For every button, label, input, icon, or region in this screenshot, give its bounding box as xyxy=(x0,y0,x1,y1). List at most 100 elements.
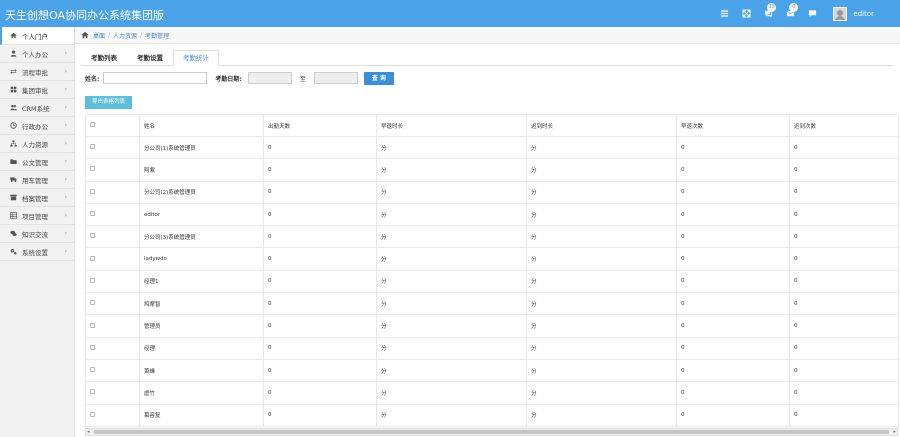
tab-bar: 考勤列表 考勤设置 考勤统计 xyxy=(81,50,894,66)
table-cell: 经理1 xyxy=(139,269,264,294)
table-cell: 0 xyxy=(789,381,899,405)
column-header: 早退时长 xyxy=(376,114,527,137)
table-row: 分公司(3)系统管理员 0 分分 0 0 xyxy=(85,225,899,249)
table-cell: 分 xyxy=(376,247,527,271)
table-row: 萧峰 0 分分 0 0 xyxy=(85,358,899,383)
row-checkbox[interactable] xyxy=(85,381,140,405)
user-icon xyxy=(9,50,17,58)
sidebar-item-label: 个人门户 xyxy=(22,32,48,41)
table-row: editor 0 分分 0 0 xyxy=(85,202,899,227)
sidebar-item-group-approval[interactable]: 集团审批 › xyxy=(0,81,74,99)
row-checkbox[interactable] xyxy=(85,158,140,182)
name-input[interactable] xyxy=(103,72,208,84)
sidebar-item-label: 流程审批 xyxy=(22,68,48,77)
table-cell: 分 xyxy=(526,180,677,204)
table-cell: 0 xyxy=(676,225,790,249)
tab-attendance-list[interactable]: 考勤列表 xyxy=(81,50,127,66)
table-cell: 分公司(3)系统管理员 xyxy=(139,225,264,249)
row-checkbox[interactable] xyxy=(85,202,140,227)
export-table-button[interactable]: 导出表格列表 xyxy=(85,96,133,109)
table-cell: 0 xyxy=(789,247,899,271)
table-cell: 经理 xyxy=(139,336,264,360)
sidebar-item-admin-office[interactable]: 行政办公 › xyxy=(0,117,74,135)
chat-icon[interactable]: 18 xyxy=(757,0,779,27)
sidebar-item-knowledge[interactable]: 知识交流 › xyxy=(0,225,74,243)
row-checkbox[interactable] xyxy=(85,314,140,338)
scroll-right-icon[interactable]: ▸ xyxy=(893,429,896,435)
table-cell: 0 xyxy=(789,180,899,204)
start-date-input[interactable] xyxy=(247,72,292,84)
table-cell: 阿紫 xyxy=(139,158,264,182)
table-row: 慕容复 0 分分 0 0 xyxy=(85,403,899,427)
tab-attendance-statistics[interactable]: 考勤统计 xyxy=(173,50,219,66)
table-cell: 分 xyxy=(526,247,677,271)
sidebar-item-vehicles[interactable]: 用车管理 › xyxy=(0,171,74,189)
chevron-right-icon: › xyxy=(64,104,67,111)
grid-icon xyxy=(9,86,17,94)
end-date-input[interactable] xyxy=(313,72,358,84)
row-checkbox[interactable] xyxy=(85,269,140,294)
table-cell: 0 xyxy=(789,403,899,427)
table-cell: 0 xyxy=(789,135,899,160)
sidebar-item-archives[interactable]: 档案管理 › xyxy=(0,189,74,207)
column-header: 迟到时长 xyxy=(526,114,677,137)
chevron-right-icon: › xyxy=(64,194,67,201)
cogs-icon xyxy=(9,248,17,256)
table-cell: 分 xyxy=(376,314,527,338)
select-all-checkbox[interactable] xyxy=(85,114,140,137)
table-cell: 0 xyxy=(676,269,790,294)
row-checkbox[interactable] xyxy=(85,292,140,316)
table-cell: 0 xyxy=(263,202,377,227)
comments-icon xyxy=(9,230,17,238)
breadcrumb-desktop[interactable]: 桌面 xyxy=(93,31,105,40)
tab-attendance-settings[interactable]: 考勤设置 xyxy=(127,50,173,66)
breadcrumb-hr[interactable]: 人力资源 xyxy=(113,31,137,40)
table-cell: 0 xyxy=(263,403,377,427)
row-checkbox[interactable] xyxy=(85,225,140,249)
folder-icon xyxy=(9,158,17,166)
table-cell: 0 xyxy=(676,314,790,338)
row-checkbox[interactable] xyxy=(85,180,140,204)
column-header: 迟到次数 xyxy=(789,114,899,137)
sidebar-item-portal[interactable]: 个人门户 xyxy=(0,27,74,45)
fullscreen-icon[interactable] xyxy=(735,0,757,27)
sidebar-item-personal-office[interactable]: 个人办公 › xyxy=(0,45,74,63)
column-header: 早退次数 xyxy=(676,114,790,137)
table-cell: 0 xyxy=(263,247,377,271)
search-button[interactable]: 查 询 xyxy=(363,71,394,85)
table-cell: 0 xyxy=(263,314,377,338)
sidebar-item-crm[interactable]: CRM系统 › xyxy=(0,99,74,117)
scrollbar-thumb[interactable] xyxy=(94,430,889,434)
row-checkbox[interactable] xyxy=(85,403,140,427)
user-menu[interactable]: editor xyxy=(823,0,900,27)
menu-icon[interactable] xyxy=(713,0,735,27)
row-checkbox[interactable] xyxy=(85,336,140,360)
column-header: 出勤天数 xyxy=(263,114,377,137)
row-checkbox[interactable] xyxy=(85,135,140,160)
home-icon xyxy=(9,32,17,40)
table-cell: 分 xyxy=(526,135,677,160)
sidebar-item-documents[interactable]: 公文管理 › xyxy=(0,153,74,171)
chevron-right-icon: › xyxy=(64,158,67,165)
sidebar-item-projects[interactable]: 项目管理 › xyxy=(0,207,74,225)
message-icon[interactable] xyxy=(801,0,823,27)
sidebar-item-workflow[interactable]: 流程审批 › xyxy=(0,63,74,81)
horizontal-scrollbar[interactable]: ◂ ▸ xyxy=(85,428,898,436)
table-cell: 0 xyxy=(263,180,377,204)
table-cell: 分 xyxy=(526,292,677,316)
table-cell: 分 xyxy=(376,158,527,182)
sidebar-item-settings[interactable]: 系统设置 › xyxy=(0,243,74,261)
sidebar-item-hr[interactable]: 人力资源 › xyxy=(0,135,74,153)
table-cell: 0 xyxy=(676,403,790,427)
topbar-actions: 18 0 editor xyxy=(713,0,900,27)
mail-icon[interactable]: 0 xyxy=(779,0,801,27)
table-cell: 分 xyxy=(376,225,527,249)
table-cell: 0 xyxy=(676,358,790,383)
chevron-right-icon: › xyxy=(64,50,67,57)
breadcrumb-attendance[interactable]: 考勤管理 xyxy=(145,31,169,40)
row-checkbox[interactable] xyxy=(85,358,140,383)
scroll-left-icon[interactable]: ◂ xyxy=(87,429,90,435)
row-checkbox[interactable] xyxy=(85,247,140,271)
chat-badge: 18 xyxy=(767,3,777,12)
archive-icon xyxy=(9,194,17,202)
